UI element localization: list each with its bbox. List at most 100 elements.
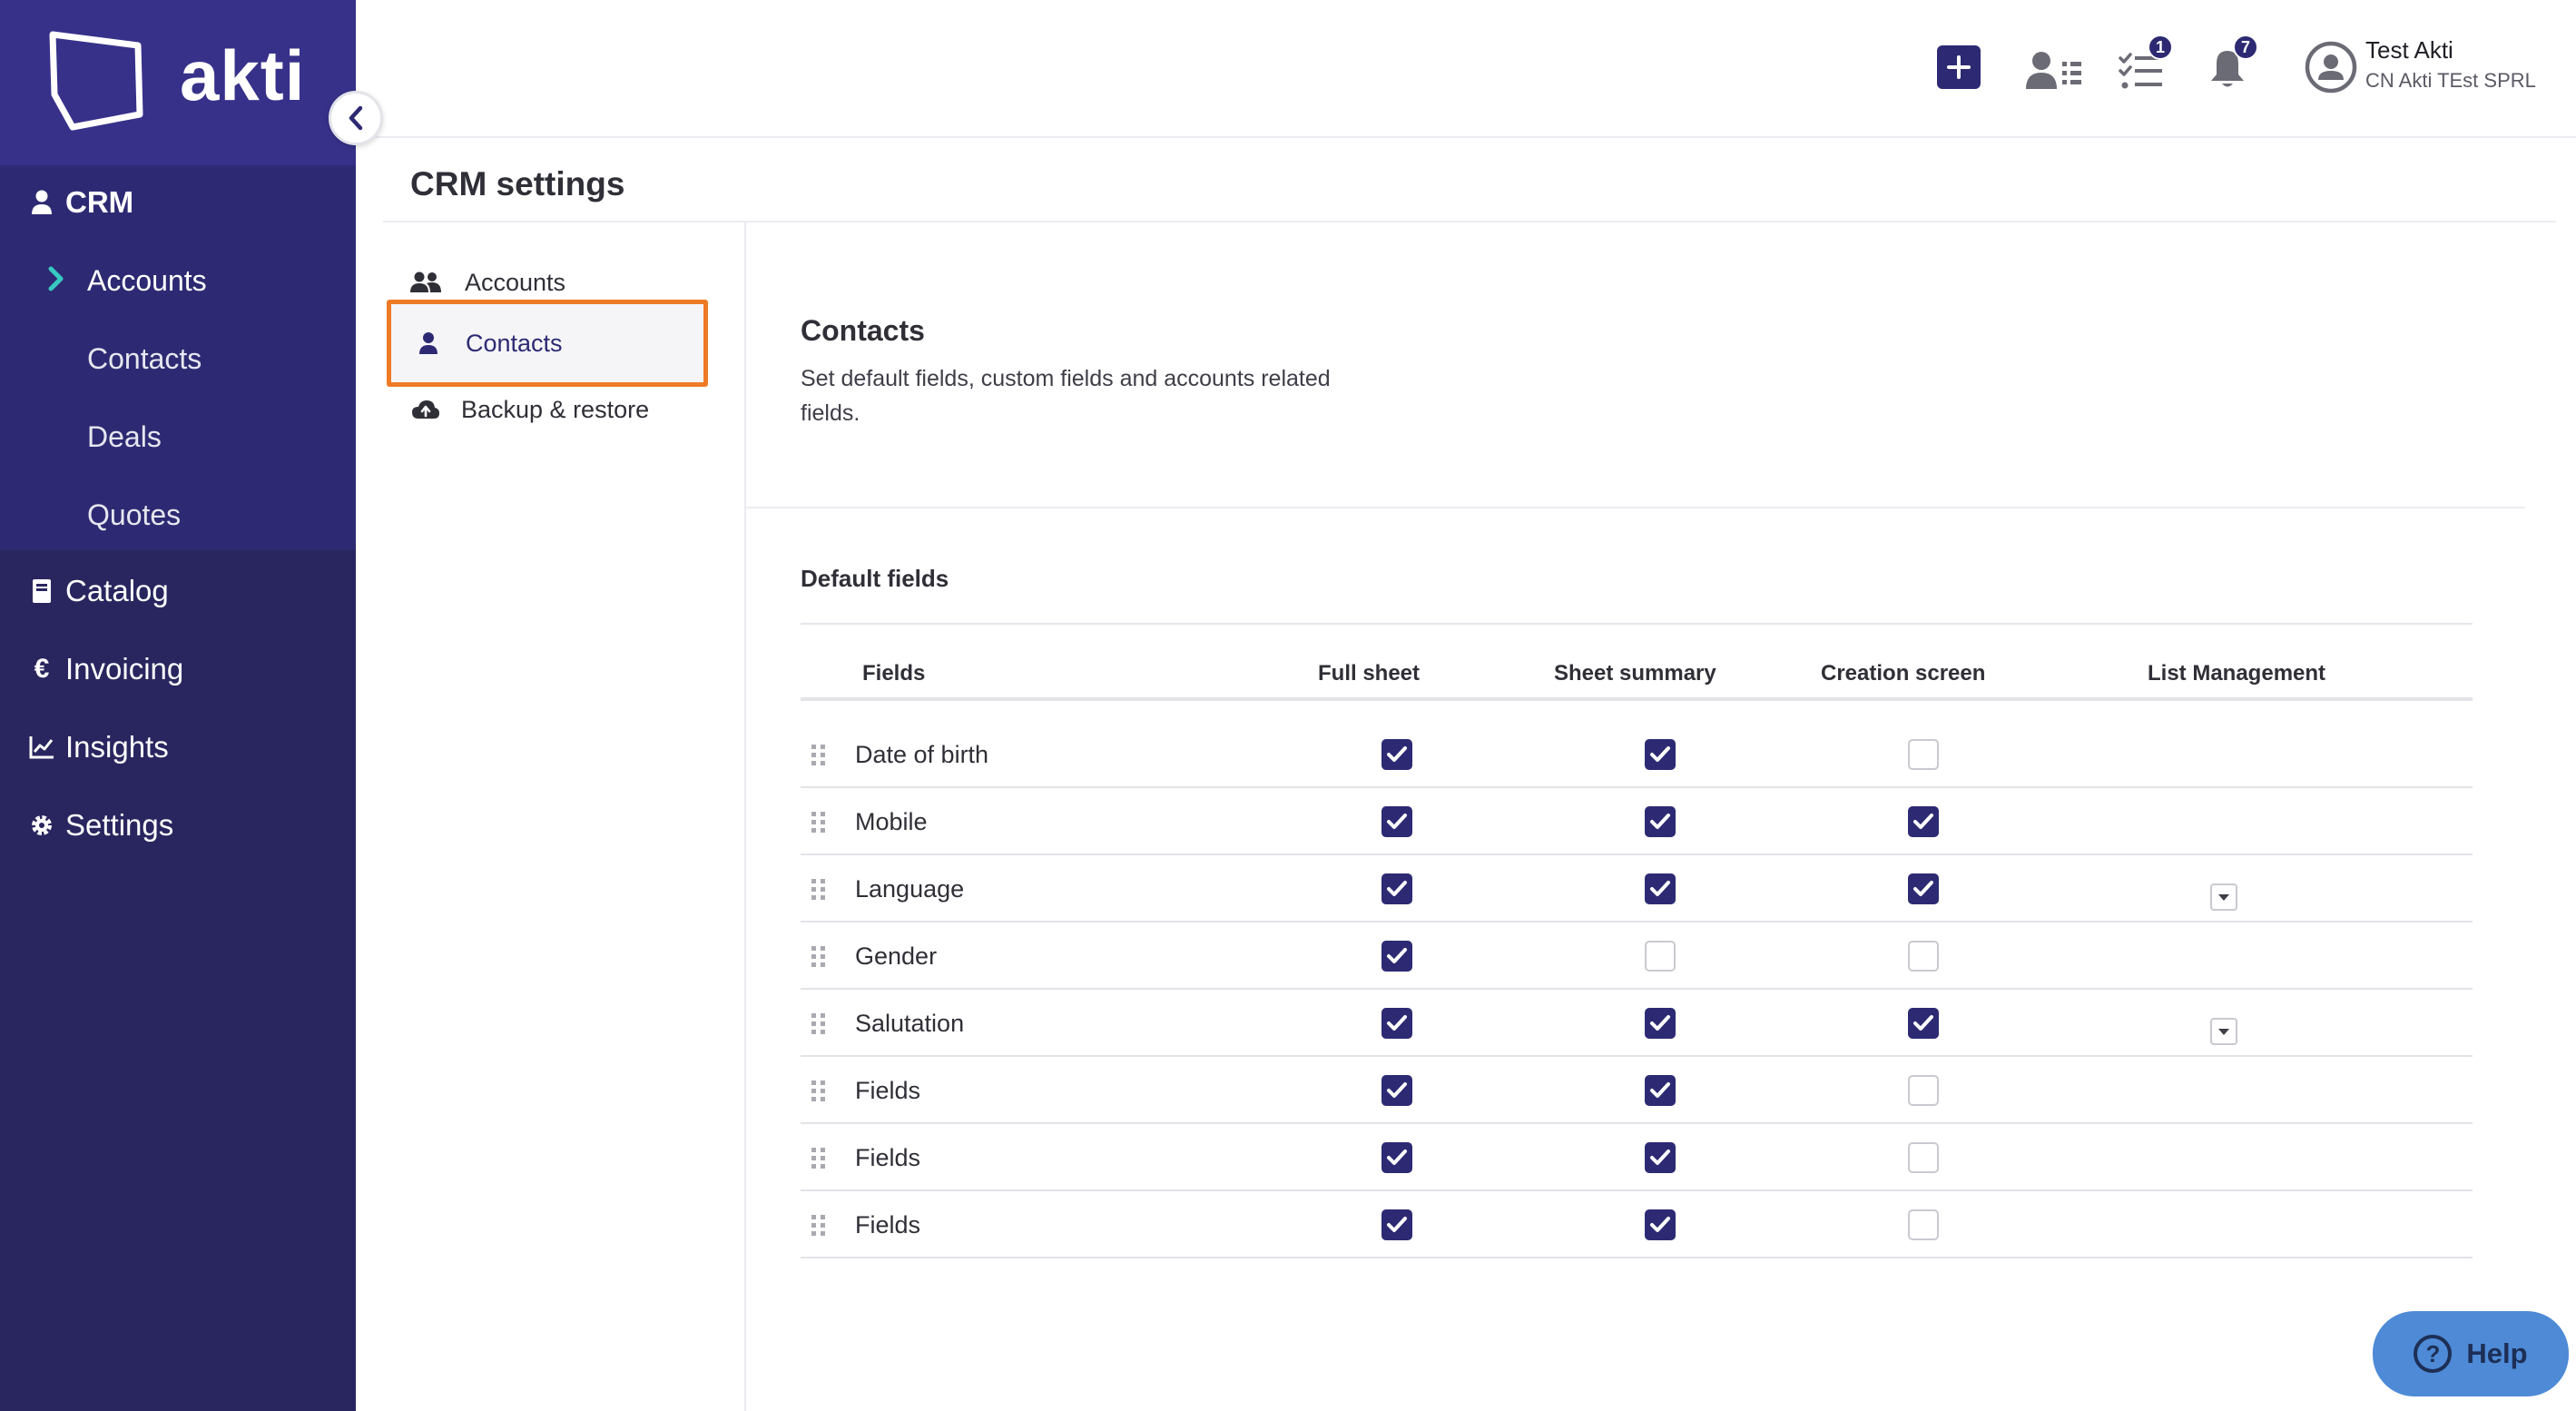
drag-handle-icon[interactable] — [810, 944, 828, 974]
collapse-sidebar-button[interactable] — [329, 91, 383, 145]
list-management-dropdown[interactable] — [2210, 883, 2237, 911]
sidebar-item-crm[interactable]: CRM — [27, 178, 133, 227]
sheet-summary-checkbox[interactable] — [1645, 1209, 1676, 1240]
sidebar-item-accounts[interactable]: Accounts — [87, 256, 207, 305]
help-label: Help — [2466, 1337, 2528, 1369]
chart-icon — [27, 735, 56, 759]
settings-nav-label: Accounts — [465, 268, 566, 296]
settings-nav-backup-restore[interactable]: Backup & restore — [410, 387, 649, 432]
sheet-summary-checkbox[interactable] — [1645, 1142, 1676, 1173]
user-icon — [413, 331, 444, 355]
page-title: CRM settings — [410, 165, 625, 202]
table-row: Mobile — [801, 788, 2473, 855]
sheet-summary-checkbox[interactable] — [1645, 941, 1676, 972]
topbar-divider — [356, 136, 2576, 138]
creation-screen-checkbox[interactable] — [1908, 1209, 1939, 1240]
tasks-badge: 1 — [2148, 35, 2173, 60]
drag-handle-icon[interactable] — [810, 743, 828, 773]
title-divider — [383, 221, 2556, 222]
table-row: Fields — [801, 1057, 2473, 1124]
cloud-upload-icon — [410, 399, 441, 420]
default-fields-divider — [801, 623, 2473, 625]
creation-screen-checkbox[interactable] — [1908, 1142, 1939, 1173]
full-sheet-checkbox[interactable] — [1381, 1008, 1412, 1039]
settings-nav-label: Backup & restore — [461, 395, 650, 423]
sidebar-item-settings[interactable]: Settings — [27, 801, 173, 850]
full-sheet-checkbox[interactable] — [1381, 941, 1412, 972]
sidebar-item-label: Insights — [65, 730, 169, 764]
sheet-summary-checkbox[interactable] — [1645, 739, 1676, 770]
sidebar-item-catalog[interactable]: Catalog — [27, 567, 169, 616]
list-management-dropdown[interactable] — [2210, 1018, 2237, 1045]
creation-screen-checkbox[interactable] — [1908, 873, 1939, 904]
chevron-right-icon — [48, 266, 64, 291]
akti-logo-icon — [49, 31, 143, 131]
column-header-full-sheet: Full sheet — [1318, 661, 1421, 686]
question-icon: ? — [2414, 1335, 2453, 1373]
creation-screen-checkbox[interactable] — [1908, 806, 1939, 837]
brand-name: akti — [180, 35, 306, 115]
sidebar-item-label: CRM — [65, 185, 134, 219]
table-row: Fields — [801, 1124, 2473, 1191]
user-name[interactable]: Test Akti — [2365, 36, 2453, 64]
sheet-summary-checkbox[interactable] — [1645, 1075, 1676, 1106]
full-sheet-checkbox[interactable] — [1381, 873, 1412, 904]
creation-screen-checkbox[interactable] — [1908, 739, 1939, 770]
plus-icon — [1947, 55, 1971, 79]
subnav-divider — [744, 222, 746, 1411]
settings-nav-label: Contacts — [466, 329, 563, 357]
full-sheet-checkbox[interactable] — [1381, 1209, 1412, 1240]
notifications-badge: 7 — [2233, 35, 2258, 60]
drag-handle-icon[interactable] — [810, 1213, 828, 1243]
user-company: CN Akti TEst SPRL — [2365, 69, 2536, 92]
full-sheet-checkbox[interactable] — [1381, 1142, 1412, 1173]
user-icon — [27, 190, 56, 215]
logo-area: akti — [0, 0, 356, 165]
settings-nav-accounts[interactable]: Accounts — [410, 260, 565, 305]
field-name: Date of birth — [855, 740, 989, 768]
drag-handle-icon[interactable] — [810, 877, 828, 907]
drag-handle-icon[interactable] — [810, 1146, 828, 1176]
column-header-creation-screen: Creation screen — [1821, 661, 1986, 686]
sheet-summary-checkbox[interactable] — [1645, 806, 1676, 837]
column-header-list-management: List Management — [2148, 661, 2326, 686]
sidebar-item-label: Invoicing — [65, 652, 184, 686]
sidebar-item-deals[interactable]: Deals — [87, 412, 162, 461]
creation-screen-checkbox[interactable] — [1908, 1075, 1939, 1106]
creation-screen-checkbox[interactable] — [1908, 1008, 1939, 1039]
table-header-divider — [801, 697, 2473, 701]
sidebar-item-label: Settings — [65, 808, 174, 842]
chevron-down-icon — [2218, 894, 2229, 901]
table-row: Date of birth — [801, 721, 2473, 788]
table-row: Gender — [801, 923, 2473, 990]
avatar[interactable] — [2304, 40, 2358, 94]
drag-handle-icon[interactable] — [810, 1011, 828, 1041]
table-row: Language — [801, 855, 2473, 923]
sidebar-item-contacts[interactable]: Contacts — [87, 334, 202, 383]
creation-screen-checkbox[interactable] — [1908, 941, 1939, 972]
field-name: Fields — [855, 1076, 921, 1104]
sidebar-item-invoicing[interactable]: € Invoicing — [27, 645, 184, 694]
chevron-left-icon — [349, 105, 363, 131]
drag-handle-icon[interactable] — [810, 1079, 828, 1109]
sidebar-item-insights[interactable]: Insights — [27, 723, 169, 772]
field-name: Fields — [855, 1210, 921, 1238]
full-sheet-checkbox[interactable] — [1381, 739, 1412, 770]
full-sheet-checkbox[interactable] — [1381, 1075, 1412, 1106]
drag-handle-icon[interactable] — [810, 810, 828, 840]
sheet-summary-checkbox[interactable] — [1645, 873, 1676, 904]
sheet-summary-checkbox[interactable] — [1645, 1008, 1676, 1039]
sidebar: akti CRM Accounts Contacts Deals Quotes … — [0, 0, 356, 1411]
field-name: Language — [855, 874, 965, 903]
section-title: Contacts — [801, 314, 925, 347]
help-button[interactable]: ? Help — [2373, 1311, 2569, 1396]
sidebar-item-quotes[interactable]: Quotes — [87, 490, 181, 539]
book-icon — [27, 578, 56, 604]
full-sheet-checkbox[interactable] — [1381, 806, 1412, 837]
gear-icon — [27, 813, 56, 838]
settings-nav-contacts[interactable]: Contacts — [387, 300, 708, 387]
table-row: Salutation — [801, 990, 2473, 1057]
section-description: Set default fields, custom fields and ac… — [801, 366, 1331, 426]
contacts-list-icon[interactable] — [2026, 51, 2082, 91]
add-button[interactable] — [1937, 45, 1981, 89]
